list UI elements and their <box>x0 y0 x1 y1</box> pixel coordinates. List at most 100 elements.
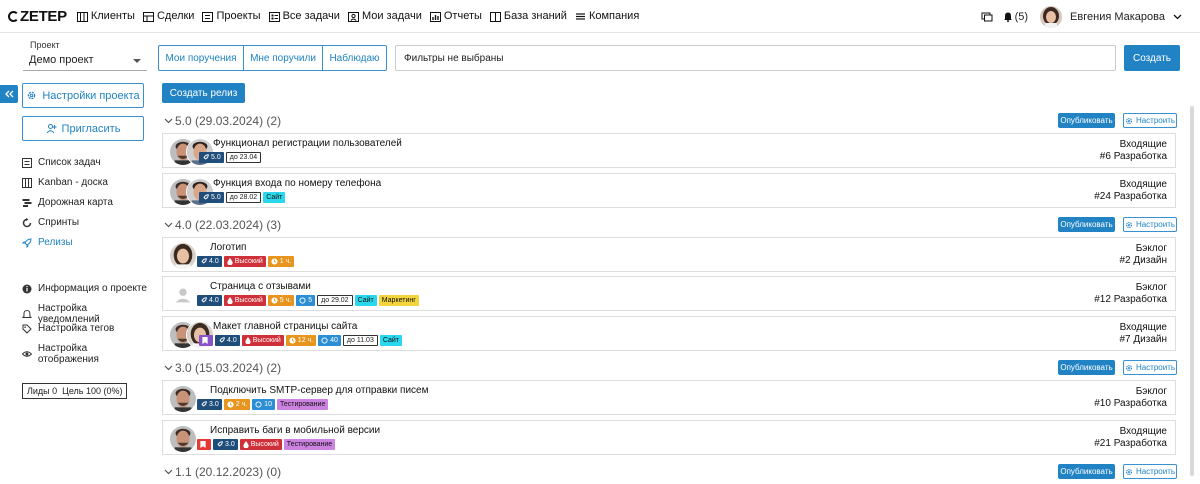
publish-button[interactable]: Опубликовать <box>1058 113 1115 128</box>
publish-button[interactable]: Опубликовать <box>1058 217 1115 232</box>
configure-label: Настроить <box>1135 116 1176 125</box>
nav-projects[interactable]: Проекты <box>202 10 261 22</box>
publish-button[interactable]: Опубликовать <box>1058 464 1115 479</box>
nav-company[interactable]: Компания <box>575 10 639 22</box>
task-card[interactable]: Логотип 4.0 Высокий 1 ч. Бэклог #2 Дизайн <box>162 237 1176 272</box>
task-title[interactable]: Функция входа по номеру телефона <box>213 178 381 189</box>
sidebar-item-notifications[interactable]: Настройка уведомлений <box>22 303 150 325</box>
release-group-header[interactable]: 1.1 (20.12.2023) (0) <box>164 463 281 481</box>
task-card[interactable]: Функция входа по номеру телефона 5.0 до 28… <box>162 173 1176 208</box>
task-card[interactable]: Функционал регистрации пользователей 5.0 д… <box>162 133 1176 168</box>
nav-all-tasks[interactable]: Все задачи <box>268 10 340 22</box>
task-card[interactable]: Подключить SMTP-сервер для отправки писе… <box>162 380 1176 415</box>
story-points-tag: 5 <box>296 295 316 306</box>
user-name[interactable]: Евгения Макарова <box>1070 11 1165 23</box>
project-select-label: Проект <box>28 40 62 50</box>
sidebar-item-releases[interactable]: Релизы <box>22 237 73 248</box>
configure-button[interactable]: Настроить <box>1123 464 1177 479</box>
roadmap-icon <box>22 198 32 207</box>
task-tags: 4.0 Высокий 12 ч. 40 до 11.03 Сайт <box>199 335 404 346</box>
nav-my-tasks[interactable]: Мои задачи <box>347 10 422 22</box>
task-status: Входящие #21 Разработка <box>1094 426 1167 450</box>
nav-reports[interactable]: Отчеты <box>429 10 482 22</box>
release-group-header[interactable]: 3.0 (15.03.2024) (2) <box>164 359 281 377</box>
sprint-icon <box>22 217 32 227</box>
nav-deals[interactable]: Сделки <box>142 10 194 22</box>
task-id-label: #6 Разработка <box>1099 151 1167 162</box>
tab-my-assignments[interactable]: Мои поручения <box>159 46 244 70</box>
assignee-avatar[interactable] <box>169 385 197 413</box>
info-icon <box>22 284 32 293</box>
rocket-icon <box>203 194 209 200</box>
configure-button[interactable]: Настроить <box>1123 217 1177 232</box>
collapse-sidebar-button[interactable] <box>0 85 18 103</box>
all-tasks-icon <box>268 11 280 22</box>
publish-label: Опубликовать <box>1060 116 1113 125</box>
assignee-avatar[interactable] <box>169 281 197 309</box>
sidebar-item-display[interactable]: Настройка отображения <box>22 343 150 365</box>
sidebar-item-label: Kanban - доска <box>38 177 108 188</box>
priority-tag-label: Высокий <box>234 297 263 304</box>
assignee-avatar[interactable] <box>169 242 197 270</box>
zetep-logo[interactable]: ZETEP <box>8 8 67 25</box>
sidebar-item-task-list[interactable]: Список задач <box>22 157 101 168</box>
task-card[interactable]: Страница с отзывами 4.0 Высокий 5 ч. 5 до 29.… <box>162 276 1176 311</box>
configure-button[interactable]: Настроить <box>1123 113 1177 128</box>
task-title[interactable]: Исправить баги в мобильной версии <box>210 425 380 436</box>
nav-clients[interactable]: Клиенты <box>76 10 135 22</box>
sidebar-item-kanban[interactable]: Kanban - доска <box>22 177 108 188</box>
release-tag-label: 4.0 <box>227 337 237 344</box>
publish-button[interactable]: Опубликовать <box>1058 360 1115 375</box>
time-estimate-label: 1 ч. <box>279 258 292 265</box>
invite-button[interactable]: Пригласить <box>22 116 144 141</box>
task-title[interactable]: Функционал регистрации пользователей <box>213 138 402 149</box>
scrollbar[interactable] <box>1190 106 1194 476</box>
project-settings-button[interactable]: Настройки проекта <box>22 83 144 108</box>
sidebar-item-tags[interactable]: Настройка тегов <box>22 323 114 334</box>
chevron-down-icon[interactable] <box>1173 14 1182 20</box>
kanban-icon <box>22 177 32 188</box>
release-group-header[interactable]: 4.0 (22.03.2024) (3) <box>164 216 281 234</box>
release-group-header[interactable]: 5.0 (29.03.2024) (2) <box>164 112 281 130</box>
rocket-icon <box>201 297 207 303</box>
task-title[interactable]: Логотип <box>210 242 246 253</box>
tag-label: Сайт <box>382 337 399 344</box>
tag-label: Сайт <box>357 297 374 304</box>
top-navigation-bar: ZETEP Клиенты Сделки Проекты Все задачи … <box>0 0 1200 33</box>
create-release-label: Создать релиз <box>169 87 238 99</box>
bookmark-icon <box>202 337 208 344</box>
tab-watching[interactable]: Наблюдаю <box>323 46 386 70</box>
sidebar-item-label: Релизы <box>38 237 73 248</box>
task-card[interactable]: Исправить баги в мобильной версии 3.0 Высо… <box>162 420 1176 455</box>
chat-icon[interactable] <box>981 11 993 23</box>
sidebar-item-project-info[interactable]: Информация о проекте <box>22 283 147 294</box>
sidebar-item-label: Настройка отображения <box>37 343 99 365</box>
create-button[interactable]: Создать <box>1124 45 1180 71</box>
tab-assigned-to-me[interactable]: Мне поручили <box>244 46 323 70</box>
task-title[interactable]: Макет главной страницы сайта <box>213 321 357 332</box>
configure-button[interactable]: Настроить <box>1123 360 1177 375</box>
gear-icon <box>1125 117 1132 124</box>
task-card[interactable]: Макет главной страницы сайта 4.0 Высокий 12… <box>162 316 1176 351</box>
site-tag: Сайт <box>379 335 402 346</box>
rocket-icon <box>217 441 223 447</box>
sidebar-item-roadmap[interactable]: Дорожная карта <box>22 197 113 208</box>
user-avatar[interactable] <box>1040 5 1063 28</box>
task-title[interactable]: Подключить SMTP-сервер для отправки писе… <box>210 385 428 396</box>
release-group-title: 4.0 (22.03.2024) (3) <box>175 218 282 232</box>
sidebar-item-sprints[interactable]: Спринты <box>22 217 79 228</box>
gear-icon <box>28 91 36 100</box>
task-title[interactable]: Страница с отзывами <box>210 281 311 292</box>
task-id-label: #2 Дизайн <box>1119 255 1167 266</box>
notifications-button[interactable]: (5) <box>1003 11 1028 23</box>
rocket-icon <box>203 154 209 160</box>
assignee-avatar[interactable] <box>169 425 197 453</box>
due-date-tag: до 28.02 <box>225 192 262 203</box>
bell-outline-icon <box>22 310 32 318</box>
my-tasks-icon <box>347 11 359 22</box>
create-release-button[interactable]: Создать релиз <box>162 83 245 103</box>
priority-tag-label: Высокий <box>234 258 263 265</box>
filter-input[interactable]: Фильтры не выбраны <box>395 45 1116 71</box>
task-tags: 3.0 Высокий Тестирование <box>197 439 337 450</box>
nav-knowledge-base[interactable]: База знаний <box>489 10 567 22</box>
